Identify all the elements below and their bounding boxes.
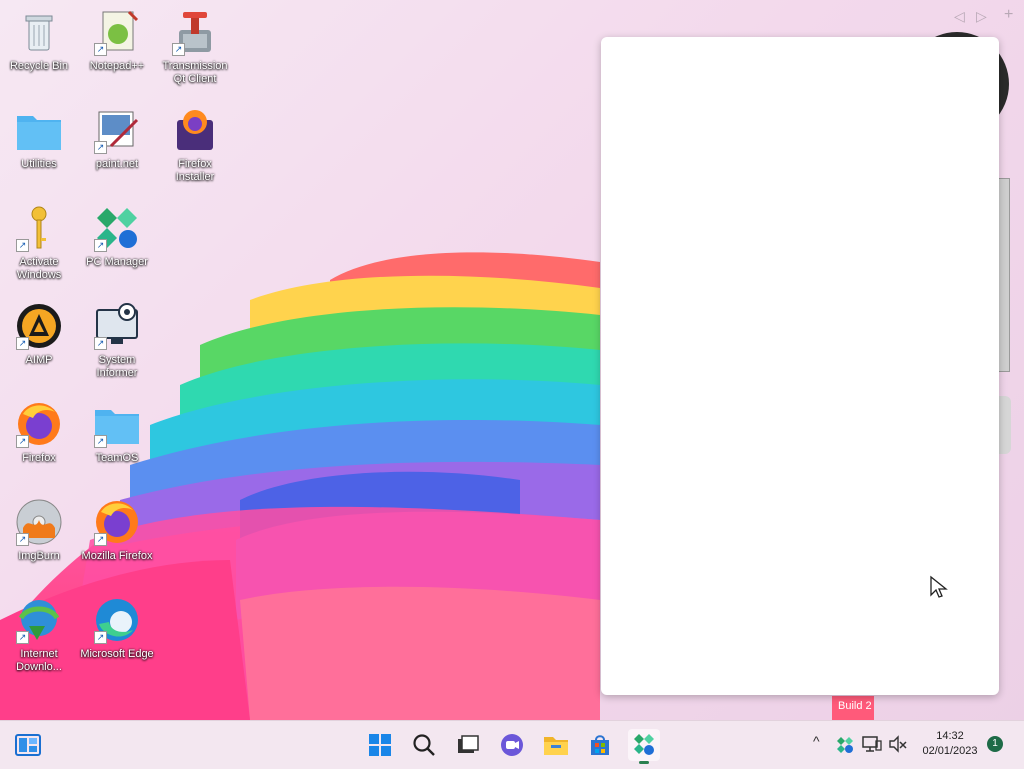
desktop-icon-label: ImgBurn: [18, 550, 60, 562]
file-explorer-icon: [544, 737, 568, 755]
desktop-icon-firefox-installer[interactable]: Firefox Installer: [158, 106, 232, 184]
shortcut-arrow-icon: ↗: [94, 533, 107, 546]
desktop-icon-imgburn[interactable]: ↗ ImgBurn: [2, 498, 76, 563]
folder-icon: [15, 106, 63, 154]
desktop-icon-activate-windows[interactable]: ↗ Activate Windows: [2, 204, 76, 282]
firefox-installer-icon: [171, 106, 219, 154]
show-hidden-icons-chevron[interactable]: ^: [813, 733, 820, 749]
desktop-icon-label: Firefox: [22, 452, 56, 464]
clock-time: 14:32: [936, 730, 964, 742]
shortcut-arrow-icon: ↗: [16, 337, 29, 350]
internet-download-manager-icon: ↗: [15, 596, 63, 644]
desktop-icon-notepad-plus-plus[interactable]: ↗ Notepad++: [80, 8, 154, 73]
side-handle[interactable]: [999, 396, 1011, 454]
desktop-icon-label: PC Manager: [86, 256, 148, 268]
transmission-icon: ↗: [171, 8, 219, 56]
edge-icon: ↗: [93, 596, 141, 644]
search-button[interactable]: [408, 729, 440, 761]
shortcut-arrow-icon: ↗: [172, 43, 185, 56]
mouse-cursor-icon: [930, 575, 948, 598]
recycle-bin-icon: [15, 8, 63, 56]
microsoft-store-icon: [591, 735, 609, 755]
desktop-icon-utilities[interactable]: Utilities: [2, 106, 76, 171]
desktop-icon-recycle-bin[interactable]: Recycle Bin: [2, 8, 76, 73]
desktop-icon-transmission[interactable]: ↗ Transmission Qt Client: [158, 8, 232, 86]
clock-date: 02/01/2023: [922, 745, 978, 757]
desktop-icon-label: paint.net: [95, 158, 139, 170]
desktop-icon-teamos[interactable]: ↗ TeamOS: [80, 400, 154, 465]
add-icon[interactable]: +: [1004, 6, 1013, 24]
shortcut-arrow-icon: ↗: [94, 435, 107, 448]
desktop-icon-firefox[interactable]: ↗ Firefox: [2, 400, 76, 465]
pc-manager-tray-icon[interactable]: [836, 736, 854, 759]
desktop-icon-label: Internet Downlo...: [16, 648, 62, 673]
build-watermark: Build 2: [838, 700, 872, 712]
file-explorer-button[interactable]: [540, 729, 572, 761]
desktop-icon-label: Transmission Qt Client: [162, 60, 228, 85]
microsoft-store-button[interactable]: [584, 729, 616, 761]
shortcut-arrow-icon: ↗: [16, 239, 29, 252]
imgburn-icon: ↗: [15, 498, 63, 546]
blank-window-panel[interactable]: [601, 37, 999, 695]
desktop-icon-label: Utilities: [21, 158, 57, 170]
desktop-icon-label: Recycle Bin: [9, 60, 69, 72]
start-button[interactable]: [364, 729, 396, 761]
start-icon: [369, 734, 391, 756]
desktop-icon-label: TeamOS: [95, 452, 139, 464]
system-informer-icon: ↗: [93, 302, 141, 350]
desktop-icon-paint-net[interactable]: ↗ paint.net: [80, 106, 154, 171]
aimp-icon: ↗: [15, 302, 63, 350]
desktop-icon-label: Notepad++: [89, 60, 145, 72]
desktop-icon-microsoft-edge[interactable]: ↗ Microsoft Edge: [80, 596, 154, 661]
key-icon: ↗: [15, 204, 63, 252]
desktop-icon-label: Microsoft Edge: [80, 648, 154, 660]
widgets-button[interactable]: [12, 729, 44, 761]
desktop-icon-internet-download-manager[interactable]: ↗ Internet Downlo...: [2, 596, 76, 674]
notepad-plus-plus-icon: ↗: [93, 8, 141, 56]
shortcut-arrow-icon: ↗: [94, 239, 107, 252]
shortcut-arrow-icon: ↗: [16, 631, 29, 644]
shortcut-arrow-icon: ↗: [16, 533, 29, 546]
shortcut-arrow-icon: ↗: [94, 141, 107, 154]
side-scroll-tab[interactable]: [999, 178, 1010, 372]
firefox-icon: ↗: [15, 400, 63, 448]
desktop-icon-pc-manager[interactable]: ↗ PC Manager: [80, 204, 154, 269]
paint-net-icon: ↗: [93, 106, 141, 154]
chat-button[interactable]: [496, 729, 528, 761]
desktop-icon-mozilla-firefox[interactable]: ↗ Mozilla Firefox: [80, 498, 154, 563]
folder-icon: ↗: [93, 400, 141, 448]
next-arrow-icon[interactable]: ▷: [976, 8, 987, 25]
widgets-icon: [15, 734, 41, 756]
task-view-icon: [458, 735, 479, 753]
firefox-icon: ↗: [93, 498, 141, 546]
shortcut-arrow-icon: ↗: [94, 337, 107, 350]
pc-manager-icon: [634, 734, 654, 755]
desktop-icon-label: AIMP: [25, 354, 53, 366]
shortcut-arrow-icon: ↗: [16, 435, 29, 448]
shortcut-arrow-icon: ↗: [94, 43, 107, 56]
desktop-icon-label: Activate Windows: [16, 256, 62, 281]
volume-muted-icon[interactable]: [888, 735, 908, 758]
previous-arrow-icon[interactable]: ◁: [954, 8, 965, 25]
chat-icon: [501, 734, 523, 756]
taskbar-clock[interactable]: 14:32 02/01/2023: [918, 729, 982, 759]
task-view-button[interactable]: [452, 729, 484, 761]
notification-badge[interactable]: 1: [987, 736, 1003, 752]
desktop-icon-label: Firefox Installer: [175, 158, 215, 183]
desktop-icon-system-informer[interactable]: ↗ System Informer: [80, 302, 154, 380]
desktop-icon-label: Mozilla Firefox: [81, 550, 153, 562]
pc-manager-icon: ↗: [93, 204, 141, 252]
desktop-icon-label: System Informer: [96, 354, 138, 379]
desktop-icon-aimp[interactable]: ↗ AIMP: [2, 302, 76, 367]
taskbar: ^: [0, 720, 1024, 769]
network-icon[interactable]: [862, 735, 882, 758]
shortcut-arrow-icon: ↗: [94, 631, 107, 644]
search-icon: [413, 734, 435, 756]
pc-manager-taskbar-button[interactable]: [628, 729, 660, 764]
